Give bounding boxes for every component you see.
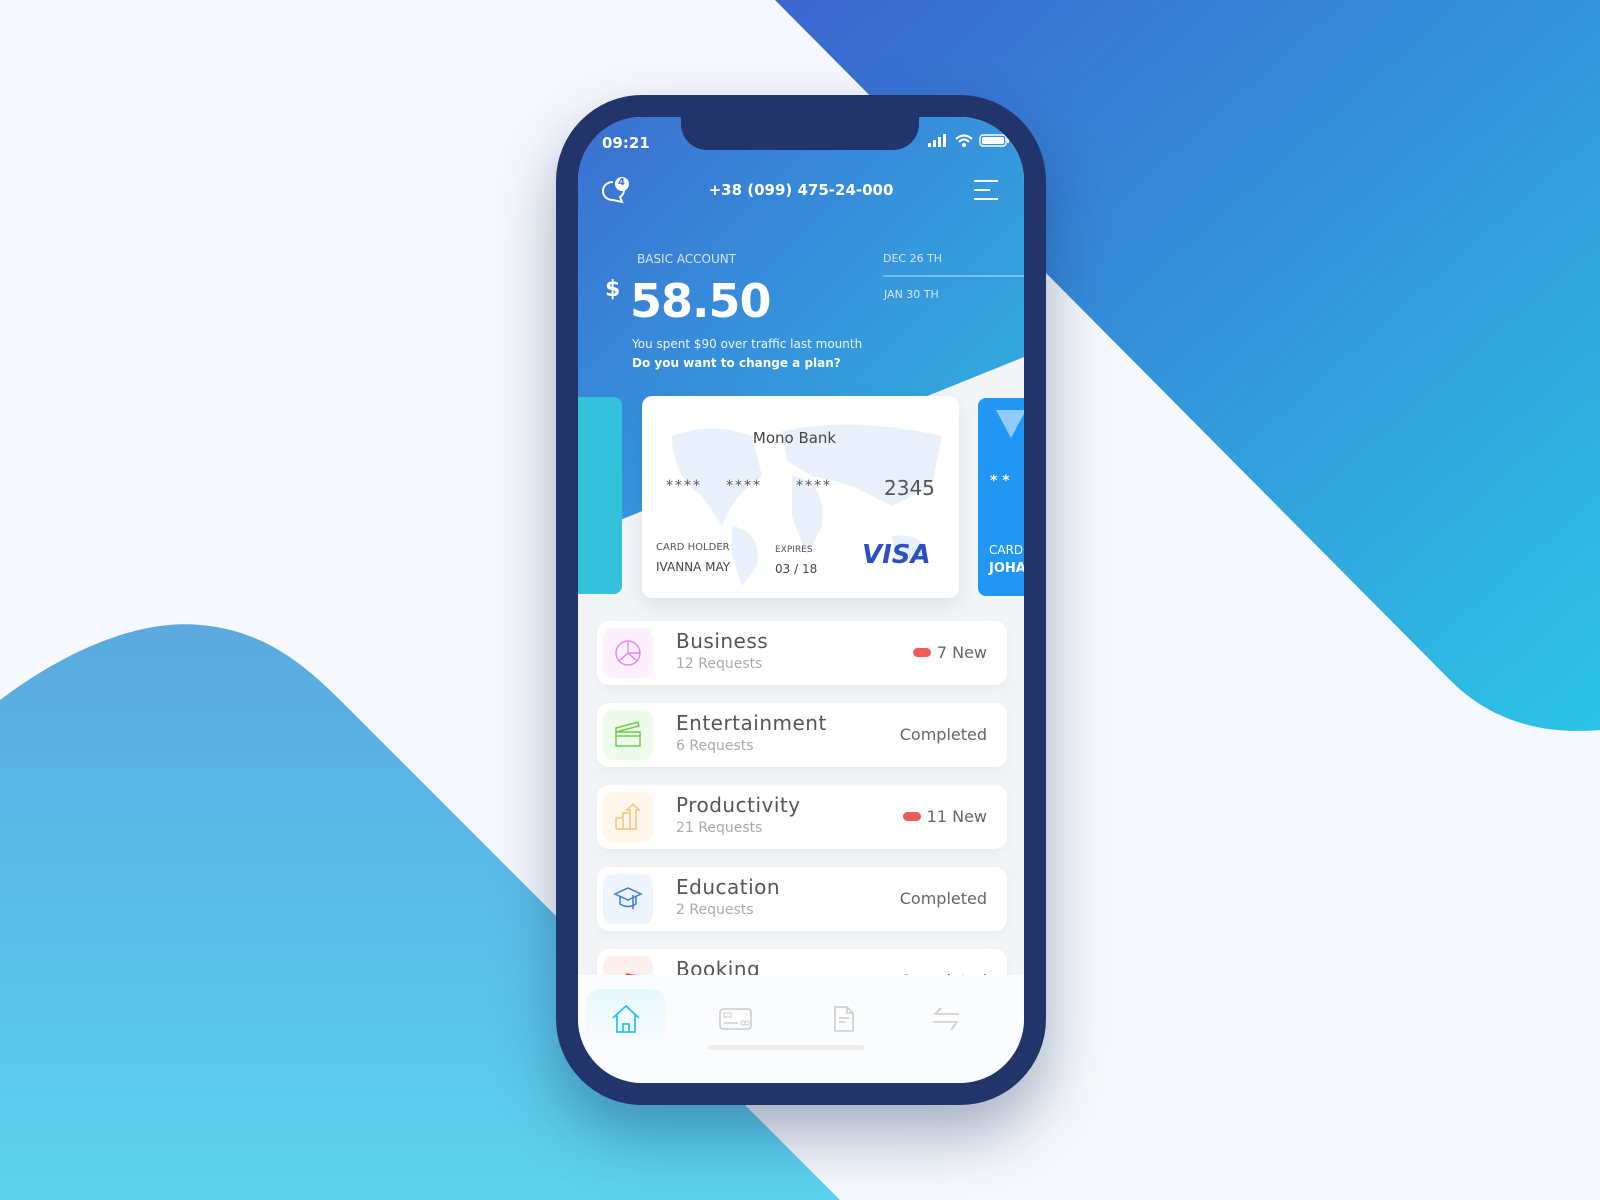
expires-value: 03 / 18 <box>775 562 818 576</box>
category-status-text: 11 New <box>926 807 987 826</box>
date-divider <box>883 275 1024 277</box>
date-to: JAN 30 TH <box>884 288 939 301</box>
phone-number: +38 (099) 475-24-000 <box>708 181 894 199</box>
card-holder-name: IVANNA MAY <box>656 560 731 574</box>
card-last4: 2345 <box>884 476 935 500</box>
tab-home[interactable] <box>586 989 666 1049</box>
category-title: Education <box>676 875 781 899</box>
category-icon-box <box>603 710 653 760</box>
expires-label: EXPIRES <box>775 545 813 555</box>
next-card-holder-label: CARD <box>989 543 1024 557</box>
category-status: 7 New <box>912 643 987 662</box>
business-icon <box>615 640 641 666</box>
next-card-number: * * <box>990 473 1010 489</box>
category-requests: 6 Requests <box>676 738 754 754</box>
bank-card-main[interactable]: Mono Bank **** **** **** 2345 CARD HOLDE… <box>642 396 959 598</box>
currency-symbol: $ <box>605 277 621 302</box>
bottom-tab-bar <box>578 975 1024 1083</box>
category-row-entertainment[interactable]: Entertainment 6 Requests Completed <box>597 703 1007 767</box>
next-card[interactable]: * * CARD JOHA <box>978 398 1024 596</box>
category-icon-box <box>603 874 653 924</box>
account-type: BASIC ACCOUNT <box>637 252 737 266</box>
card-number-group-1: **** <box>666 478 702 494</box>
category-title: Productivity <box>676 793 801 817</box>
category-status-text: Completed <box>899 725 987 744</box>
tab-cards[interactable] <box>696 989 776 1049</box>
category-status-text: 7 New <box>936 643 987 662</box>
category-row-productivity[interactable]: Productivity 21 Requests 11 New <box>597 785 1007 849</box>
category-title: Entertainment <box>676 711 827 735</box>
status-icons <box>928 134 1009 147</box>
new-indicator <box>912 648 931 657</box>
category-requests: 2 Requests <box>676 902 754 918</box>
education-icon <box>613 887 643 909</box>
category-status-text: Completed <box>899 889 987 908</box>
balance: 58.50 <box>630 274 772 328</box>
tab-documents[interactable] <box>804 989 884 1049</box>
card-number-group-3: **** <box>796 478 832 494</box>
card-holder-label: CARD HOLDER <box>656 542 730 553</box>
signal-icon <box>928 134 946 147</box>
change-plan-link[interactable]: Do you want to change a plan? <box>632 356 841 370</box>
category-status: Completed <box>900 889 987 908</box>
phone-screen: 09:21 4 +38 (099) 475-24-000 BASIC ACCOU… <box>578 117 1024 1083</box>
category-row-education[interactable]: Education 2 Requests Completed <box>597 867 1007 931</box>
date-from[interactable]: DEC 26 TH <box>883 252 942 265</box>
new-indicator <box>902 812 921 821</box>
home-icon <box>612 1004 640 1033</box>
card-icon <box>719 1008 752 1030</box>
wifi-icon <box>955 134 973 143</box>
home-indicator <box>708 1045 864 1050</box>
card-number-group-2: **** <box>726 478 762 494</box>
category-status: Completed <box>900 725 987 744</box>
bank-name: Mono Bank <box>752 429 837 447</box>
category-requests: 21 Requests <box>676 820 763 836</box>
entertainment-icon <box>615 721 641 747</box>
visa-logo: VISA <box>862 540 931 570</box>
category-status: 11 New <box>902 807 987 826</box>
menu-icon[interactable] <box>972 179 1000 201</box>
previous-card[interactable] <box>578 397 622 594</box>
status-time: 09:21 <box>602 134 650 152</box>
card-logo-icon <box>996 410 1024 438</box>
category-requests: 12 Requests <box>676 656 763 672</box>
tab-transfers[interactable] <box>906 989 986 1049</box>
spent-note: You spent $90 over traffic last mounth <box>632 337 863 351</box>
productivity-icon <box>615 802 641 830</box>
category-row-business[interactable]: Business 12 Requests 7 New <box>597 621 1007 685</box>
category-title: Business <box>676 629 769 653</box>
category-icon-box <box>603 792 653 842</box>
document-icon <box>834 1006 854 1032</box>
battery-icon <box>979 134 1009 147</box>
notch <box>681 117 919 150</box>
transfer-icon <box>933 1007 959 1031</box>
next-card-holder-name: JOHA <box>989 561 1024 576</box>
category-icon-box <box>603 628 653 678</box>
